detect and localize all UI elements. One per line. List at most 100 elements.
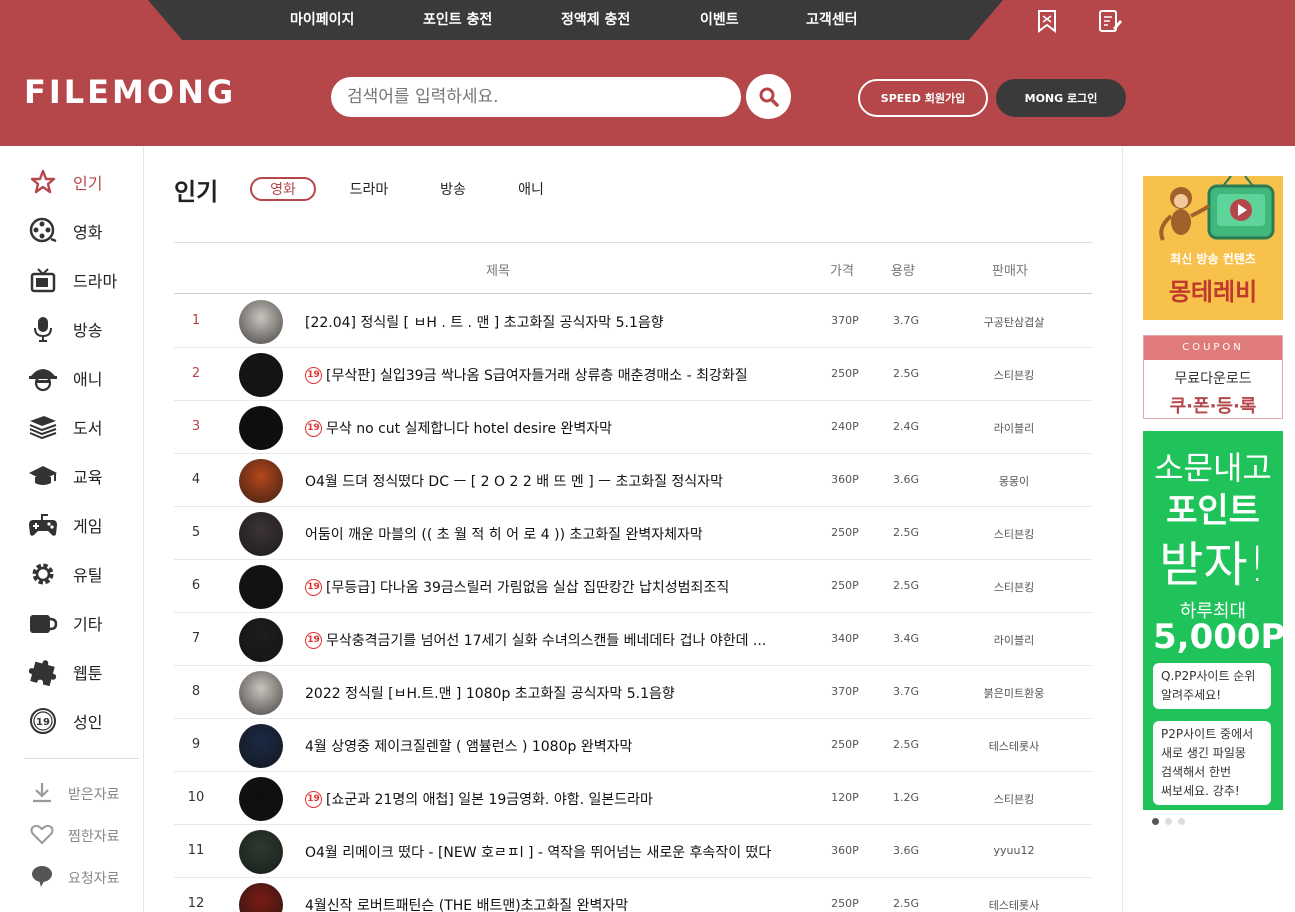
answer-line3: 검색해서 한번 (1161, 765, 1232, 779)
item-seller[interactable]: 라이블리 (964, 632, 1064, 648)
item-title[interactable]: 19 무삭충격금기를 넘어선 17세기 실화 수녀의스캔들 베네데타 겁나 야한데… (305, 630, 805, 650)
ad-point-banner[interactable]: 소문내고 포인트 받자! 하루최대 5,000P Q.P2P사이트 순위 알려주… (1143, 431, 1283, 810)
speed-join-button[interactable]: SPEED 회원가입 (858, 79, 988, 117)
item-seller[interactable]: yyuu12 (964, 844, 1064, 857)
ad-dot[interactable] (1178, 818, 1185, 825)
table-row[interactable]: 10 19 [쇼군과 21명의 애첩] 일본 19금영화. 야함. 일본드라마 120… (174, 772, 1092, 825)
filemong-logo[interactable]: FILEMONG (24, 73, 236, 111)
table-row[interactable]: 8 2022 정식릴 [ㅂH.트.맨 ] 1080p 초고화질 공식자막 5.1음… (174, 666, 1092, 719)
item-title[interactable]: [22.04] 정식릴 [ ㅂH . 트 . 맨 ] 초고화질 공식자막 5.1… (305, 312, 805, 332)
item-price: 250P (831, 367, 859, 380)
tab-broadcast[interactable]: 방송 (422, 177, 484, 201)
item-seller[interactable]: 스티븐킹 (964, 791, 1064, 807)
sidebar-item-requested[interactable]: 요청자료 (30, 865, 120, 891)
tab-drama[interactable]: 드라마 (337, 177, 401, 201)
nav-customer-center[interactable]: 고객센터 (806, 9, 858, 29)
thumbnail[interactable] (239, 671, 283, 715)
nav-event[interactable]: 이벤트 (700, 9, 739, 29)
item-seller[interactable]: 라이블리 (964, 420, 1064, 436)
mong-login-button[interactable]: MONG 로그인 (996, 79, 1126, 117)
nav-point-charge[interactable]: 포인트 충전 (423, 9, 492, 29)
item-title[interactable]: 19 무삭 no cut 실제합니다 hotel desire 완벽자막 (305, 418, 805, 438)
thumbnail[interactable] (239, 883, 283, 912)
item-price: 250P (831, 579, 859, 592)
thumbnail[interactable] (239, 406, 283, 450)
table-row[interactable]: 5 어둠이 깨운 마블의 (( 초 월 적 히 어 로 4 )) 초고화질 완벽자… (174, 507, 1092, 560)
ad-dot[interactable] (1152, 818, 1159, 825)
rank-number: 11 (187, 843, 205, 858)
item-size: 3.6G (892, 844, 920, 857)
item-size: 2.5G (892, 579, 920, 592)
search-button[interactable] (746, 74, 791, 119)
sidebar-item-broadcast[interactable]: 방송 (28, 314, 102, 344)
item-seller[interactable]: 테스테롯사 (964, 738, 1064, 754)
item-title-text: 무삭충격금기를 넘어선 17세기 실화 수녀의스캔들 베네데타 겁나 야한데 .… (326, 633, 767, 649)
star-icon (28, 167, 58, 197)
sidebar-item-education[interactable]: 교육 (28, 461, 102, 491)
thumbnail[interactable] (239, 565, 283, 609)
sidebar-item-utility[interactable]: 유틸 (28, 559, 102, 589)
ad-dot[interactable] (1165, 818, 1172, 825)
item-title[interactable]: 4월신작 로버트패틴슨 (THE 배트맨)초고화질 완벽자막 (305, 895, 805, 912)
sidebar-item-label: 드라마 (73, 272, 118, 291)
table-row[interactable]: 12 4월신작 로버트패틴슨 (THE 배트맨)초고화질 완벽자막 250P 2.5G… (174, 878, 1092, 912)
item-title[interactable]: O4월 드뎌 정식떴다 DC ㅡ [ 2 O 2 2 배 뜨 멘 ] ㅡ 초고화… (305, 471, 805, 491)
item-size: 2.4G (892, 420, 920, 433)
tab-movie[interactable]: 영화 (250, 177, 316, 201)
table-row[interactable]: 4 O4월 드뎌 정식떴다 DC ㅡ [ 2 O 2 2 배 뜨 멘 ] ㅡ 초고… (174, 454, 1092, 507)
table-row[interactable]: 6 19 [무등급] 다나옴 39금스릴러 가림없음 실삽 집딴캉간 납치성범죄조직… (174, 560, 1092, 613)
ad-mong-tv-banner[interactable]: 최신 방송 컨텐츠 몽테레비 (1143, 176, 1283, 320)
item-seller[interactable]: 스티븐킹 (964, 367, 1064, 383)
main-content: 인기 영화 드라마 방송 애니 제목 가격 용량 판매자 1 [22.04] 정식… (174, 146, 1092, 912)
item-title[interactable]: 19 [무등급] 다나옴 39금스릴러 가림없음 실삽 집딴캉간 납치성범죄조직 (305, 577, 805, 597)
item-title[interactable]: 어둠이 깨운 마블의 (( 초 월 적 히 어 로 4 )) 초고화질 완벽자체… (305, 524, 805, 544)
ad-coupon-banner[interactable]: COUPON 무료다운로드 쿠·폰·등·록 (1143, 335, 1283, 419)
sidebar-item-downloaded[interactable]: 받은자료 (30, 781, 120, 807)
table-row[interactable]: 7 19 무삭충격금기를 넘어선 17세기 실화 수녀의스캔들 베네데타 겁나 야한… (174, 613, 1092, 666)
bookmark-icon[interactable] (1034, 8, 1060, 34)
sidebar-item-drama[interactable]: 드라마 (28, 265, 117, 295)
sidebar-item-anime[interactable]: 애니 (28, 363, 102, 393)
nav-mypage[interactable]: 마이페이지 (290, 9, 354, 29)
table-row[interactable]: 1 [22.04] 정식릴 [ ㅂH . 트 . 맨 ] 초고화질 공식자막 5.… (174, 295, 1092, 348)
table-row[interactable]: 11 O4월 리메이크 떴다 - [NEW 호ㄹㅍl ] - 역작을 뛰어넘는 새… (174, 825, 1092, 878)
thumbnail[interactable] (239, 777, 283, 821)
sidebar-item-popular[interactable]: 인기 (28, 167, 102, 197)
sidebar-item-movie[interactable]: 영화 (28, 216, 102, 246)
sidebar-item-game[interactable]: 게임 (28, 510, 102, 540)
svg-text:19: 19 (36, 717, 50, 728)
nav-flat-rate-charge[interactable]: 정액제 충전 (561, 9, 630, 29)
sidebar-item-webtoon[interactable]: 웹툰 (28, 657, 102, 687)
answer-line1: P2P사이트 중에서 (1161, 727, 1254, 741)
thumbnail[interactable] (239, 512, 283, 556)
item-seller[interactable]: 몽몽이 (964, 473, 1064, 489)
item-seller[interactable]: 스티븐킹 (964, 579, 1064, 595)
thumbnail[interactable] (239, 300, 283, 344)
item-title[interactable]: O4월 리메이크 떴다 - [NEW 호ㄹㅍl ] - 역작을 뛰어넘는 새로운… (305, 842, 805, 862)
rank-number: 8 (191, 684, 201, 699)
search-input[interactable] (347, 87, 725, 107)
item-title[interactable]: 2022 정식릴 [ㅂH.트.맨 ] 1080p 초고화질 공식자막 5.1음향 (305, 683, 805, 703)
thumbnail[interactable] (239, 353, 283, 397)
item-title[interactable]: 4월 상영중 제이크질렌할 ( 앰뷸런스 ) 1080p 완벽자막 (305, 736, 805, 756)
item-seller[interactable]: 구공탄삼겹살 (964, 314, 1064, 330)
item-size: 2.5G (892, 738, 920, 751)
item-title[interactable]: 19 [쇼군과 21명의 애첩] 일본 19금영화. 야함. 일본드라마 (305, 789, 805, 809)
sidebar-item-etc[interactable]: 기타 (28, 608, 102, 638)
tab-anime[interactable]: 애니 (500, 177, 562, 201)
item-seller[interactable]: 스티븐킹 (964, 526, 1064, 542)
thumbnail[interactable] (239, 830, 283, 874)
sidebar-item-adult[interactable]: 19 성인 (28, 706, 102, 736)
memo-edit-icon[interactable] (1097, 8, 1123, 34)
thumbnail[interactable] (239, 618, 283, 662)
item-seller[interactable]: 붉은미트환웅 (964, 685, 1064, 701)
sidebar-item-books[interactable]: 도서 (28, 412, 102, 442)
sidebar-item-wishlist[interactable]: 찜한자료 (30, 823, 120, 849)
thumbnail[interactable] (239, 459, 283, 503)
table-row[interactable]: 3 19 무삭 no cut 실제합니다 hotel desire 완벽자막 240P… (174, 401, 1092, 454)
table-row[interactable]: 9 4월 상영중 제이크질렌할 ( 앰뷸런스 ) 1080p 완벽자막 250P 2.… (174, 719, 1092, 772)
table-row[interactable]: 2 19 [무삭판] 실입39금 싹나옴 S급여자들거래 상류층 매춘경매소 - 최… (174, 348, 1092, 401)
item-seller[interactable]: 테스테롯사 (964, 897, 1064, 912)
item-title[interactable]: 19 [무삭판] 실입39금 싹나옴 S급여자들거래 상류층 매춘경매소 - 최강… (305, 365, 805, 385)
thumbnail[interactable] (239, 724, 283, 768)
